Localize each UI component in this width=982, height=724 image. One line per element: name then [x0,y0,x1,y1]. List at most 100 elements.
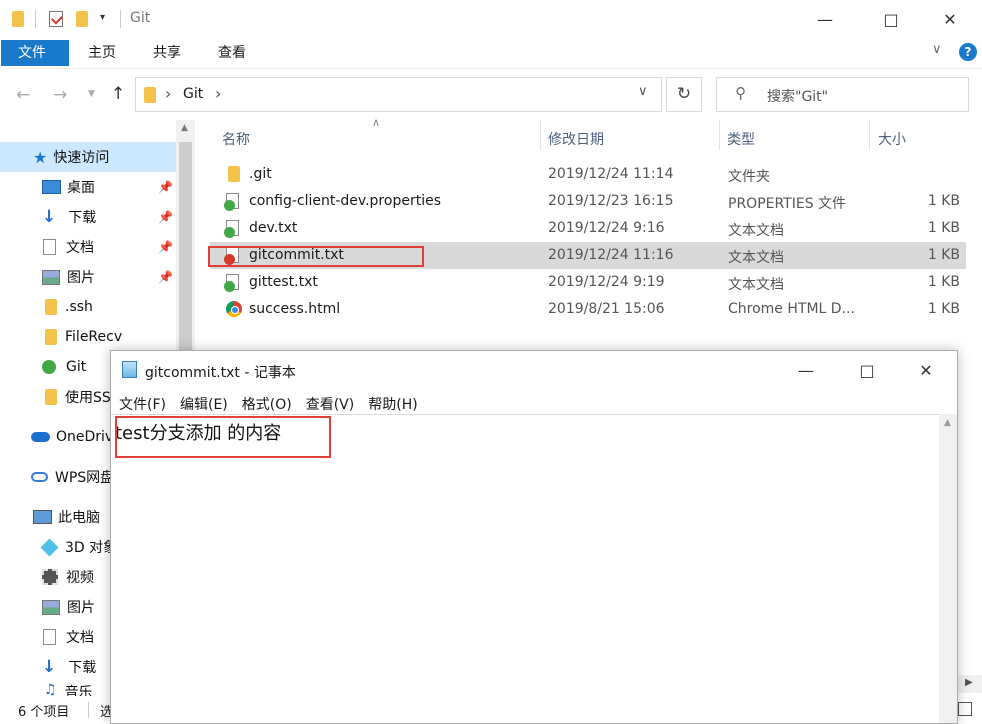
file-type: 文本文档 [728,223,784,239]
menu-format[interactable]: 格式(O) [242,397,292,413]
notepad-text-area[interactable]: test分支添加 的内容 [111,414,939,724]
file-row[interactable]: dev.txt 2019/12/24 9:16 文本文档 1 KB [210,215,966,242]
notepad-icon [122,361,137,378]
scroll-right-icon[interactable]: ▶ [965,677,973,688]
column-header-size[interactable]: 大小 [878,129,906,149]
scroll-up-icon[interactable]: ▲ [181,123,188,133]
search-input[interactable]: 搜索"Git" [767,86,828,106]
minimize-button[interactable]: — [802,0,848,38]
notepad-minimize-button[interactable]: — [783,351,829,389]
pin-icon[interactable]: 📌 [158,240,173,254]
address-bar[interactable]: › Git › ∨ [135,77,662,112]
notepad-scrollbar[interactable]: ▲ [939,414,957,723]
sidebar-item-label: 文档 [66,630,94,646]
path-segment[interactable]: Git [183,86,203,102]
back-icon[interactable]: ← [16,85,30,105]
maximize-button[interactable]: □ [868,0,914,38]
column-header-date[interactable]: 修改日期 [548,129,604,149]
search-box[interactable]: ⚲ 搜索"Git" [716,77,969,112]
file-date: 2019/12/23 16:15 [548,193,674,209]
menu-help[interactable]: 帮助(H) [368,397,417,413]
notepad-highlight-box [115,416,331,458]
qat-divider [35,10,36,28]
highlight-box [208,246,424,267]
documents-icon [43,239,56,255]
refresh-button[interactable]: ↻ [666,77,702,112]
git-folder-icon [42,360,56,374]
menu-view[interactable]: 查看(V) [306,397,355,413]
file-date: 2019/12/24 9:19 [548,274,665,290]
tab-view[interactable]: 查看 [201,40,263,66]
menu-file[interactable]: 文件(F) [119,397,166,413]
cloud-icon [31,432,50,442]
file-row[interactable]: success.html 2019/8/21 15:06 Chrome HTML… [210,296,966,323]
qat-dropdown-icon[interactable]: ▾ [100,12,105,23]
notepad-title: gitcommit.txt - 记事本 [145,365,296,381]
sidebar-item-ssh[interactable]: .ssh [0,292,176,322]
up-icon[interactable]: ↑ [111,84,125,104]
menu-edit[interactable]: 编辑(E) [180,397,228,413]
search-icon: ⚲ [735,84,746,102]
scrollbar-thumb[interactable] [179,142,192,362]
notepad-menubar: 文件(F) 编辑(E) 格式(O) 查看(V) 帮助(H) [119,394,949,414]
scroll-up-icon[interactable]: ▲ [944,418,951,428]
pin-icon[interactable]: 📌 [158,210,173,224]
file-type: 文本文档 [728,250,784,266]
file-type: 文件夹 [728,169,770,185]
sidebar-item-label: 桌面 [67,180,95,196]
sidebar-item-label: 使用SS [65,390,111,406]
sidebar-item-label: 图片 [67,600,95,616]
sidebar-item-desktop[interactable]: 桌面 📌 [0,172,176,202]
folder-icon [12,11,24,27]
path-separator-icon[interactable]: › [215,84,221,103]
new-folder-icon[interactable] [76,11,88,27]
address-row: ← → ▼ ↑ › Git › ∨ ↻ ⚲ 搜索"Git" [0,68,982,121]
download-icon: ↓ [42,657,57,677]
file-name: config-client-dev.properties [249,193,441,209]
path-separator-icon[interactable]: › [165,84,171,103]
thumbnail-view-icon[interactable] [958,702,972,716]
horizontal-scrollbar[interactable]: ▶ [956,675,982,693]
sort-ascending-icon: ∧ [372,116,381,129]
sidebar-item-downloads[interactable]: ↓ 下载 📌 [0,202,176,232]
ribbon-expand-icon[interactable]: ∨ [932,42,942,57]
sidebar-item-label: FileRecv [65,329,123,345]
file-date: 2019/12/24 9:16 [548,220,665,236]
sidebar-item-quick-access[interactable]: ★ 快速访问 [0,142,176,172]
file-row[interactable]: gittest.txt 2019/12/24 9:19 文本文档 1 KB [210,269,966,296]
address-dropdown-icon[interactable]: ∨ [638,84,648,99]
folder-icon [45,299,57,315]
item-count: 6 个项目 [18,705,70,720]
file-git-clean-icon [224,220,239,238]
properties-icon[interactable] [49,11,64,27]
column-divider [540,120,541,150]
help-icon[interactable]: ? [959,43,977,61]
tab-file[interactable]: 文件 [1,40,69,66]
pin-icon[interactable]: 📌 [158,180,173,194]
tab-share[interactable]: 共享 [136,40,198,66]
file-name: gittest.txt [249,274,318,290]
sidebar-item-label: 视频 [66,570,94,586]
star-icon: ★ [33,147,48,167]
forward-icon[interactable]: → [53,85,67,105]
file-date: 2019/12/24 11:16 [548,247,674,263]
sidebar-item-pictures[interactable]: 图片 📌 [0,262,176,292]
file-row[interactable]: config-client-dev.properties 2019/12/23 … [210,188,966,215]
notepad-close-button[interactable]: ✕ [903,351,949,389]
file-date: 2019/12/24 11:14 [548,166,674,182]
close-button[interactable]: ✕ [927,0,973,38]
pin-icon[interactable]: 📌 [158,270,173,284]
chrome-icon [226,301,242,317]
folder-icon [228,166,240,182]
column-header-name[interactable]: 名称 [222,129,250,149]
sidebar-item-filerecv[interactable]: FileRecv [0,322,176,352]
file-row[interactable]: .git 2019/12/24 11:14 文件夹 [210,161,966,188]
sidebar-item-documents[interactable]: 文档 📌 [0,232,176,262]
title-divider [120,10,121,28]
tab-home[interactable]: 主页 [71,40,133,66]
explorer-titlebar: ▾ Git — □ ✕ [0,0,982,38]
column-header-type[interactable]: 类型 [727,129,755,149]
file-name: success.html [249,301,341,317]
recent-dropdown-icon[interactable]: ▼ [88,89,95,99]
notepad-maximize-button[interactable]: □ [844,351,890,389]
